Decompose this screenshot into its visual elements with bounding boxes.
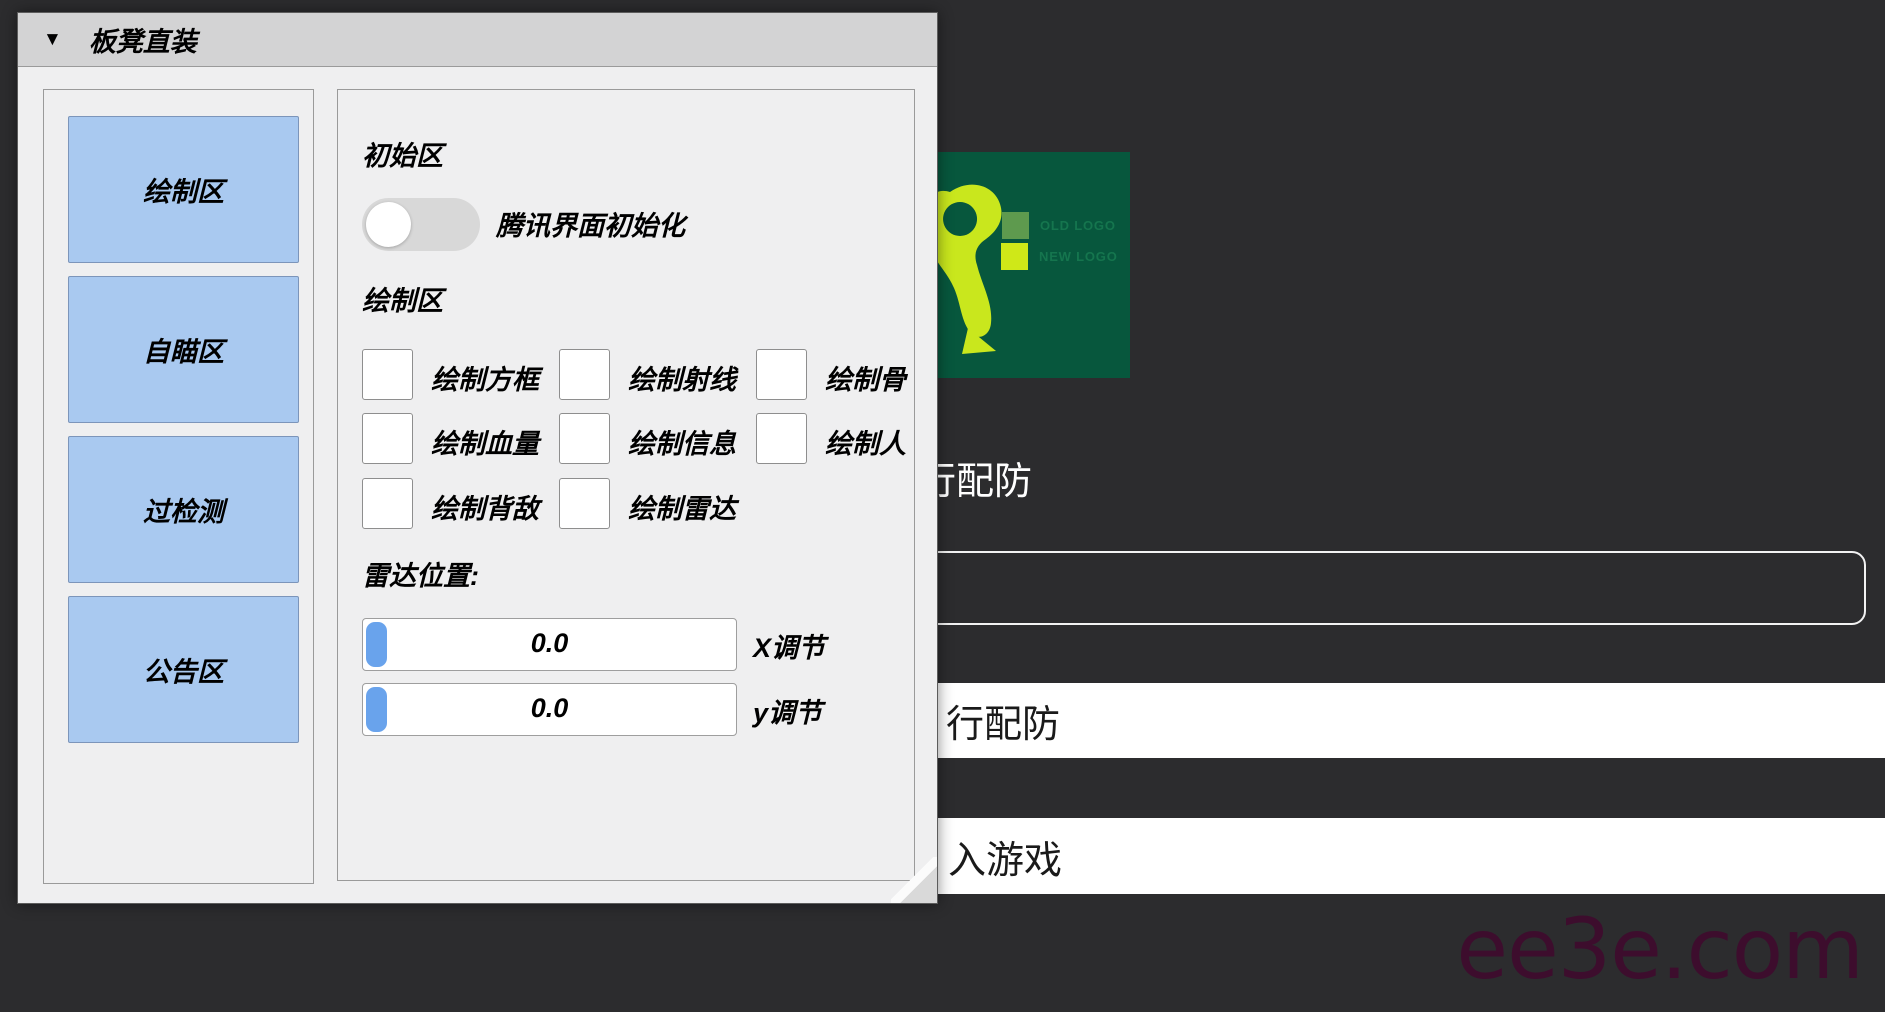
radar-y-slider[interactable]: 0.0 xyxy=(362,683,737,736)
section-header-draw: 绘制区 xyxy=(362,279,443,318)
background-button-label: 入游戏 xyxy=(948,829,1062,884)
section-header-radar-position: 雷达位置: xyxy=(362,554,479,593)
radar-y-slider-value: 0.0 xyxy=(363,693,736,724)
legend-row-old: OLD LOGO xyxy=(1002,212,1116,239)
checkbox-draw-health[interactable] xyxy=(362,413,413,464)
sidebar-nav: 绘制区 自瞄区 过检测 公告区 xyxy=(43,89,314,884)
checkbox-label-draw-player: 绘制人 xyxy=(825,422,906,461)
checkbox-draw-back-enemy[interactable] xyxy=(362,478,413,529)
checkbox-draw-bone[interactable] xyxy=(756,349,807,400)
sidebar-item-aimbot-zone[interactable]: 自瞄区 xyxy=(68,276,299,423)
toggle-knob[interactable] xyxy=(366,202,411,247)
checkbox-draw-info[interactable] xyxy=(559,413,610,464)
tencent-ui-init-toggle[interactable] xyxy=(362,198,480,251)
collapse-icon[interactable]: ▼ xyxy=(43,29,62,51)
resize-grip-icon[interactable] xyxy=(891,857,937,903)
checkbox-draw-box[interactable] xyxy=(362,349,413,400)
watermark-text: ee3e.com xyxy=(1456,900,1863,998)
checkbox-draw-radar[interactable] xyxy=(559,478,610,529)
checkbox-label-draw-bone: 绘制骨 xyxy=(825,358,906,397)
radar-x-slider[interactable]: 0.0 xyxy=(362,618,737,671)
checkbox-label-draw-box: 绘制方框 xyxy=(431,358,539,397)
radar-x-slider-label: X调节 xyxy=(753,626,825,665)
background-button-enter-game[interactable]: 入游戏 xyxy=(900,818,1885,894)
new-logo-swatch xyxy=(1001,243,1028,270)
sidebar-item-announcement-zone[interactable]: 公告区 xyxy=(68,596,299,743)
checkbox-label-draw-radar: 绘制雷达 xyxy=(628,487,736,526)
old-logo-swatch xyxy=(1002,212,1029,239)
panel-title-bar[interactable]: ▼ 板凳直装 xyxy=(18,13,937,67)
tencent-ui-init-label: 腾讯界面初始化 xyxy=(496,204,685,243)
checkbox-label-draw-back-enemy: 绘制背敌 xyxy=(431,487,539,526)
checkbox-label-draw-info: 绘制信息 xyxy=(628,422,736,461)
new-logo-label: NEW LOGO xyxy=(1039,249,1118,264)
checkbox-draw-ray[interactable] xyxy=(559,349,610,400)
old-logo-label: OLD LOGO xyxy=(1040,218,1116,233)
checkbox-draw-player[interactable] xyxy=(756,413,807,464)
sidebar-item-anti-detect-zone[interactable]: 过检测 xyxy=(68,436,299,583)
cheat-panel-window: ▼ 板凳直装 绘制区 自瞄区 过检测 公告区 初始区 腾讯界面初始化 绘制区 绘… xyxy=(17,12,938,904)
checkbox-label-draw-ray: 绘制射线 xyxy=(628,358,736,397)
radar-x-slider-value: 0.0 xyxy=(363,628,736,659)
background-input-field[interactable] xyxy=(900,551,1866,625)
panel-title: 板凳直装 xyxy=(89,20,197,59)
background-button-peidang[interactable]: 行配防 xyxy=(900,683,1885,758)
background-button-label: 行配防 xyxy=(946,693,1060,748)
panel-content-area: 初始区 腾讯界面初始化 绘制区 绘制方框 绘制射线 绘制骨 绘制血量 绘制信息 … xyxy=(337,89,915,881)
checkbox-label-draw-health: 绘制血量 xyxy=(431,422,539,461)
legend-row-new: NEW LOGO xyxy=(1001,243,1118,270)
section-header-init: 初始区 xyxy=(362,134,443,173)
sidebar-item-draw-zone[interactable]: 绘制区 xyxy=(68,116,299,263)
radar-y-slider-label: y调节 xyxy=(753,691,822,730)
